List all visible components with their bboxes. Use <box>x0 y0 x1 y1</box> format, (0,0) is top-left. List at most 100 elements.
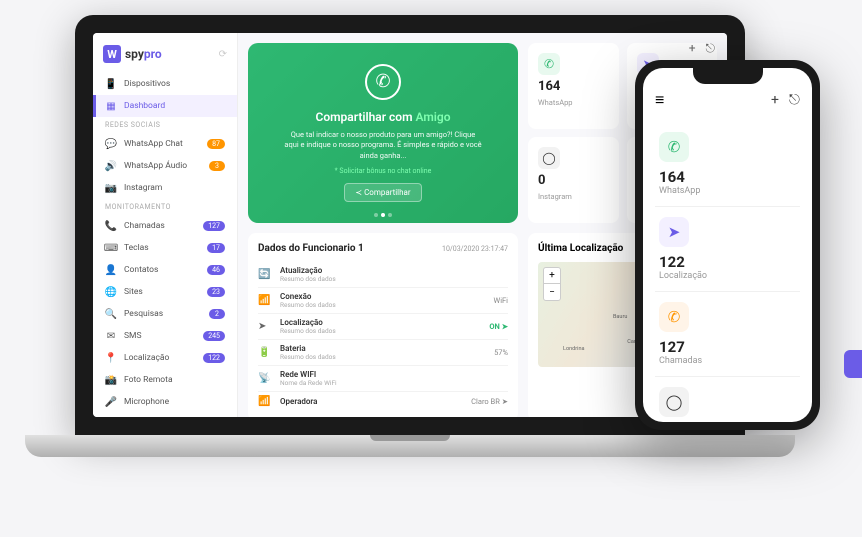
nav-item[interactable]: ⌨Teclas17 <box>93 237 237 259</box>
promo-description: Que tal indicar o nosso produto para um … <box>283 130 483 162</box>
stat-value: 0 <box>538 173 609 188</box>
nav-icon: 🔊 <box>105 160 117 172</box>
phone-stat-label: Chamadas <box>659 356 796 366</box>
badge: 122 <box>203 353 225 363</box>
nav-section-header: AJUDA E SUPORTE <box>93 413 237 417</box>
logo-text: spypro <box>125 47 162 61</box>
nav-icon: ✉ <box>105 330 117 342</box>
carousel-dots[interactable] <box>374 213 392 217</box>
nav-item[interactable]: 📸Foto Remota <box>93 369 237 391</box>
phone-stat-card[interactable]: ✆ 127Chamadas <box>655 292 800 377</box>
nav-icon: 💬 <box>105 138 117 150</box>
employee-row: ➤LocalizaçãoResumo dos dadosON ➤ <box>258 313 508 339</box>
badge: 17 <box>207 243 225 253</box>
employee-row: 📶ConexãoResumo dos dadosWiFi <box>258 287 508 313</box>
nav-item[interactable]: 📍Localização122 <box>93 347 237 369</box>
employee-data-card: Dados do Funcionario 1 10/03/2020 23:17:… <box>248 233 518 417</box>
badge: 23 <box>207 287 225 297</box>
row-icon: 📶 <box>258 295 272 306</box>
employee-row: 📶OperadoraClaro BR ➤ <box>258 391 508 411</box>
row-icon: ➤ <box>258 321 272 332</box>
badge: 127 <box>203 221 225 231</box>
logo-icon: W <box>103 45 121 63</box>
profile-icon[interactable]: ⎋ <box>789 92 800 108</box>
stat-label: WhatsApp <box>538 98 609 107</box>
nav-icon: 👤 <box>105 264 117 276</box>
add-icon[interactable]: + <box>771 92 779 108</box>
phone-stat-value: 122 <box>659 253 796 271</box>
menu-icon[interactable]: ≡ <box>655 90 664 110</box>
nav-item[interactable]: 🎤Microphone <box>93 391 237 413</box>
nav-item[interactable]: 🔊WhatsApp Áudio3 <box>93 155 237 177</box>
badge: 3 <box>209 161 225 171</box>
whatsapp-icon: ✆ <box>365 64 401 100</box>
row-value: 57% <box>494 348 508 357</box>
phone-stat-value: 127 <box>659 338 796 356</box>
side-tab[interactable] <box>844 350 862 378</box>
phone-mockup: ≡ + ⎋ ✆ 164WhatsApp ➤122Localização ✆ 127Cha… <box>635 60 820 430</box>
nav-item[interactable]: ✉SMS245 <box>93 325 237 347</box>
nav-section-header: REDES SOCIAIS <box>93 117 237 133</box>
stat-card-whatsapp[interactable]: ✆ 164 WhatsApp <box>528 43 619 129</box>
whatsapp-icon: ✆ <box>659 132 689 162</box>
profile-icon[interactable]: ⎋ <box>706 41 716 56</box>
nav-icon: 📞 <box>105 220 117 232</box>
nav-icon: 📸 <box>105 374 117 386</box>
nav-item[interactable]: 🌐Sites23 <box>93 281 237 303</box>
promo-card: ✆ Compartilhar com Amigo Que tal indicar… <box>248 43 518 223</box>
nav-icon: 📷 <box>105 182 117 194</box>
nav-item[interactable]: 📷Instagram <box>93 177 237 199</box>
promo-link[interactable]: * Solicitar bônus no chat online <box>335 167 432 175</box>
employee-row: 📡Rede WIFINome da Rede WiFi <box>258 365 508 391</box>
promo-title: Compartilhar com Amigo <box>315 110 450 124</box>
nav-item[interactable]: 💬WhatsApp Chat87 <box>93 133 237 155</box>
row-value: ON ➤ <box>489 322 508 331</box>
badge: 2 <box>209 309 225 319</box>
share-button[interactable]: ≺ Compartilhar <box>344 183 421 202</box>
phone-stat-card[interactable]: ✆ 164WhatsApp <box>655 122 800 207</box>
employee-title: Dados do Funcionario 1 <box>258 243 364 254</box>
nav-item[interactable]: 📞Chamadas127 <box>93 215 237 237</box>
phone-stat-card[interactable]: ◯0Instagram <box>655 377 800 422</box>
instagram-icon: ◯ <box>659 387 689 417</box>
chamadas-icon: ✆ <box>659 302 689 332</box>
stat-value: 164 <box>538 79 609 94</box>
row-icon: 📡 <box>258 373 272 384</box>
employee-date: 10/03/2020 23:17:47 <box>442 245 508 253</box>
instagram-icon: ◯ <box>538 147 560 169</box>
add-icon[interactable]: + <box>689 41 696 56</box>
employee-row: 🔋BateriaResumo dos dados57% <box>258 339 508 365</box>
badge: 87 <box>207 139 225 149</box>
row-icon: 📶 <box>258 396 272 407</box>
phone-stat-label: WhatsApp <box>659 186 796 196</box>
stat-card-instagram[interactable]: ◯ 0 Instagram <box>528 137 619 223</box>
nav-icon: 🎤 <box>105 396 117 408</box>
phone-stat-value: 164 <box>659 168 796 186</box>
nav-icon: 🌐 <box>105 286 117 298</box>
badge: 245 <box>203 331 225 341</box>
row-value: WiFi <box>494 296 508 305</box>
zoom-in-button[interactable]: + <box>544 268 560 284</box>
nav-item[interactable]: 👤Contatos46 <box>93 259 237 281</box>
nav-icon: ⌨ <box>105 242 117 254</box>
dashboard-icon: ▦ <box>105 100 117 112</box>
nav-section-header: MONITORAMENTO <box>93 199 237 215</box>
whatsapp-icon: ✆ <box>538 53 560 75</box>
row-icon: 🔄 <box>258 269 272 280</box>
badge: 46 <box>207 265 225 275</box>
sidebar: W spypro ⟳ 📱Dispositivos▦Dashboard REDES… <box>93 33 238 417</box>
row-icon: 🔋 <box>258 347 272 358</box>
zoom-out-button[interactable]: − <box>544 284 560 300</box>
nav-item-dashboard[interactable]: ▦Dashboard <box>93 95 237 117</box>
row-value: Claro BR ➤ <box>471 397 508 406</box>
employee-row: 🔄AtualizaçãoResumo dos dados <box>258 262 508 287</box>
phone-stat-card[interactable]: ➤122Localização <box>655 207 800 292</box>
nav-item[interactable]: 🔍Pesquisas2 <box>93 303 237 325</box>
stat-label: Instagram <box>538 192 609 201</box>
dispositivos-icon: 📱 <box>105 78 117 90</box>
nav-item-dispositivos[interactable]: 📱Dispositivos <box>93 73 237 95</box>
nav-icon: 🔍 <box>105 308 117 320</box>
refresh-icon[interactable]: ⟳ <box>219 49 227 60</box>
logo[interactable]: W spypro ⟳ <box>93 41 237 73</box>
phone-stat-label: Localização <box>659 271 796 281</box>
